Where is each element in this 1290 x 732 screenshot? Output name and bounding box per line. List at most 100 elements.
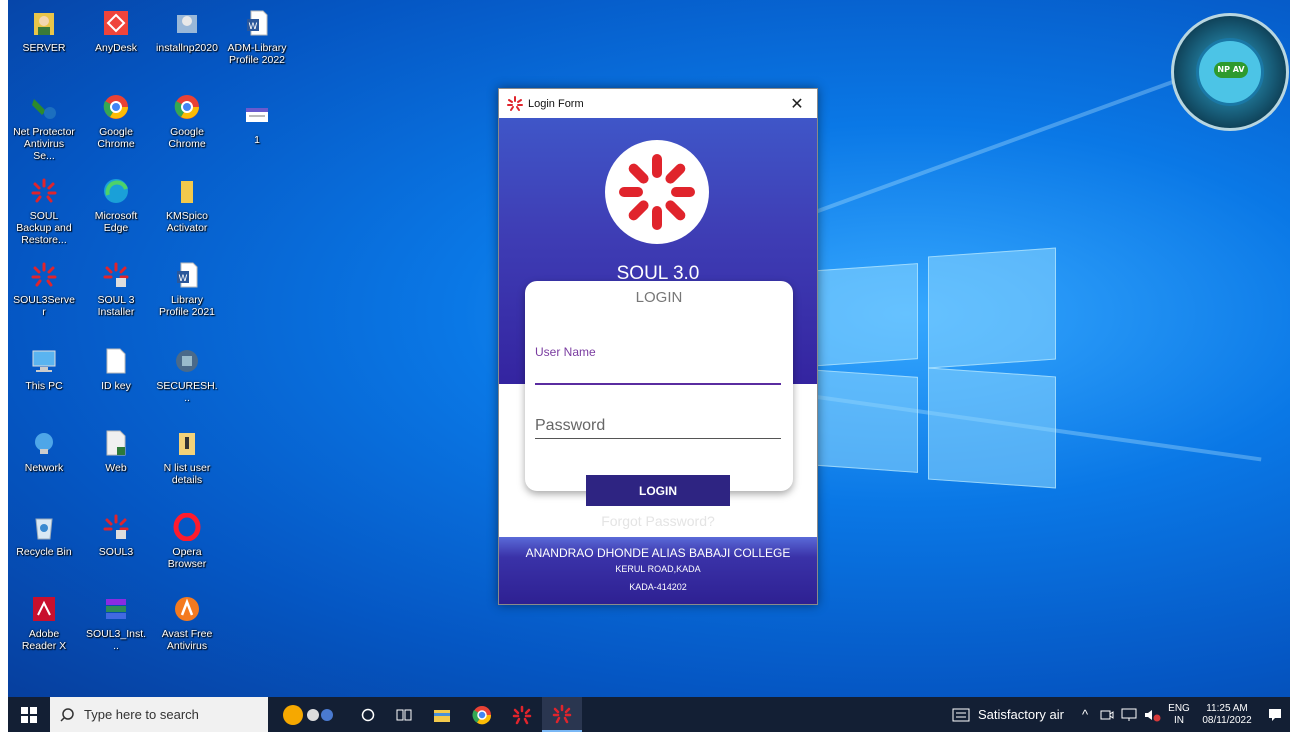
action-center-button[interactable] bbox=[1260, 697, 1290, 732]
network-tray-icon bbox=[1121, 708, 1137, 721]
task-view-icon bbox=[396, 709, 412, 720]
np-av-badge: NP AV bbox=[1214, 62, 1248, 78]
login-card: LOGIN User Name bbox=[525, 281, 793, 491]
soul-icon bbox=[29, 176, 59, 206]
file-explorer-taskbar[interactable] bbox=[422, 697, 462, 732]
volume-muted-icon bbox=[1145, 709, 1161, 721]
avast-icon bbox=[172, 594, 202, 624]
tray-meet-now[interactable] bbox=[1096, 697, 1118, 732]
recycle-bin-icon bbox=[29, 512, 59, 542]
antivirus-widget[interactable]: NP AV bbox=[1171, 13, 1289, 131]
soul-icon bbox=[552, 704, 572, 723]
desktop-icon-adobe-reader[interactable]: Adobe Reader X bbox=[13, 594, 75, 652]
chrome-taskbar[interactable] bbox=[462, 697, 502, 732]
desktop-icon-installnp2020[interactable]: installnp2020 bbox=[156, 8, 218, 54]
folder-icon bbox=[172, 176, 202, 206]
soul-app-icon bbox=[507, 95, 523, 111]
sun-moon-icon bbox=[283, 704, 333, 725]
weather-widget[interactable]: Satisfactory air bbox=[942, 697, 1074, 732]
soul-icon bbox=[29, 260, 59, 290]
desktop-icon-soul-backup[interactable]: SOUL Backup and Restore... bbox=[13, 176, 75, 246]
forgot-password-link[interactable]: Forgot Password? bbox=[499, 513, 817, 529]
desktop-icon-recycle-bin[interactable]: Recycle Bin bbox=[13, 512, 75, 558]
air-quality-icon bbox=[952, 708, 970, 721]
weather-text: Satisfactory air bbox=[978, 707, 1064, 722]
soul-taskbar-2[interactable] bbox=[542, 697, 582, 732]
desktop-icon-soul3-inst[interactable]: SOUL3_Inst... bbox=[85, 594, 147, 652]
close-button[interactable]: ✕ bbox=[777, 94, 817, 114]
meet-now-icon bbox=[1100, 710, 1114, 719]
notification-icon bbox=[1269, 708, 1281, 721]
desktop-icon-opera[interactable]: Opera Browser bbox=[156, 512, 218, 570]
desktop-icon-microsoft-edge[interactable]: Microsoft Edge bbox=[85, 176, 147, 234]
desktop-icon-library-profile-2021[interactable]: W Library Profile 2021 bbox=[156, 260, 218, 318]
soul-logo-icon bbox=[619, 154, 695, 230]
login-button[interactable]: LOGIN bbox=[586, 475, 730, 506]
anydesk-icon bbox=[101, 8, 131, 38]
clock[interactable]: 11:25 AM 08/11/2022 bbox=[1194, 697, 1260, 732]
college-pin: KADA-414202 bbox=[629, 582, 687, 592]
desktop-icon-id-key[interactable]: ID key bbox=[85, 346, 147, 392]
winrar-icon bbox=[101, 594, 131, 624]
wallpaper-logo-pane bbox=[928, 247, 1056, 369]
tray-volume[interactable] bbox=[1140, 697, 1164, 732]
desktop-icon-soul3[interactable]: SOUL3 bbox=[85, 512, 147, 558]
desktop-icon-avast[interactable]: Avast Free Antivirus bbox=[156, 594, 218, 652]
desktop-icon-soul3server[interactable]: SOUL3Server bbox=[13, 260, 75, 318]
soul-installer-icon bbox=[101, 260, 131, 290]
desktop-icon-server[interactable]: SERVER bbox=[13, 8, 75, 54]
installer-icon bbox=[172, 8, 202, 38]
cortana-button[interactable] bbox=[350, 697, 386, 732]
tray-network[interactable] bbox=[1118, 697, 1140, 732]
desktop-icon-n-list-user-details[interactable]: N list user details bbox=[156, 428, 218, 486]
desktop-icon-adm-library-profile-2022[interactable]: W ADM-Library Profile 2022 bbox=[226, 8, 288, 66]
file-icon bbox=[101, 428, 131, 458]
file-explorer-icon bbox=[434, 709, 450, 722]
clock-date: 08/11/2022 bbox=[1202, 714, 1252, 726]
secure-shortcut-icon bbox=[172, 346, 202, 376]
soul-taskbar-1[interactable] bbox=[502, 697, 542, 732]
computer-icon bbox=[29, 346, 59, 376]
soul-icon bbox=[512, 705, 532, 724]
desktop-icon-1[interactable]: 1 bbox=[226, 100, 288, 146]
show-hidden-icons[interactable]: ^ bbox=[1074, 697, 1096, 732]
desktop-icon-this-pc[interactable]: This PC bbox=[13, 346, 75, 392]
clock-time: 11:25 AM bbox=[1206, 702, 1248, 714]
username-input[interactable] bbox=[535, 361, 781, 385]
login-form-window: Login Form ✕ SOUL 3.0 LOGIN User Name LO… bbox=[498, 88, 818, 605]
taskbar-search[interactable]: Type here to search bbox=[50, 697, 268, 732]
password-input[interactable] bbox=[535, 413, 781, 439]
language-indicator[interactable]: ENG IN bbox=[1164, 697, 1194, 732]
college-name: ANANDRAO DHONDE ALIAS BABAJI COLLEGE bbox=[525, 546, 791, 560]
adobe-reader-icon bbox=[29, 594, 59, 624]
desktop-icon-network[interactable]: Network bbox=[13, 428, 75, 474]
search-icon bbox=[60, 707, 74, 722]
desktop-icon-soul3-installer[interactable]: SOUL 3 Installer bbox=[85, 260, 147, 318]
user-folder-icon bbox=[29, 8, 59, 38]
desktop-icon-anydesk[interactable]: AnyDesk bbox=[85, 8, 147, 54]
network-icon bbox=[29, 428, 59, 458]
text-file-icon bbox=[101, 346, 131, 376]
start-button[interactable] bbox=[8, 697, 50, 732]
desktop-icon-kmspico[interactable]: KMSpico Activator bbox=[156, 176, 218, 234]
word-document-icon: W bbox=[242, 8, 272, 38]
desktop-icon-web[interactable]: Web bbox=[85, 428, 147, 474]
login-card-title: LOGIN bbox=[635, 289, 683, 306]
zip-folder-icon bbox=[172, 428, 202, 458]
news-widget[interactable] bbox=[268, 697, 350, 732]
net-protector-icon bbox=[29, 92, 59, 122]
desktop-icon-google-chrome-2[interactable]: Google Chrome bbox=[156, 92, 218, 150]
window-titlebar[interactable]: Login Form ✕ bbox=[499, 89, 817, 118]
cortana-icon bbox=[361, 708, 375, 721]
window-title: Login Form bbox=[528, 97, 584, 110]
taskbar: Type here to search Satisfactory air ^ E… bbox=[8, 697, 1290, 732]
search-placeholder: Type here to search bbox=[84, 707, 199, 722]
opera-icon bbox=[172, 512, 202, 542]
desktop-icon-net-protector[interactable]: Net Protector Antivirus Se... bbox=[13, 92, 75, 162]
windows-icon bbox=[21, 706, 37, 723]
soul-logo bbox=[605, 140, 709, 244]
word-document-icon: W bbox=[172, 260, 202, 290]
desktop-icon-securesh[interactable]: SECURESH... bbox=[156, 346, 218, 404]
task-view-button[interactable] bbox=[386, 697, 422, 732]
desktop-icon-google-chrome[interactable]: Google Chrome bbox=[85, 92, 147, 150]
